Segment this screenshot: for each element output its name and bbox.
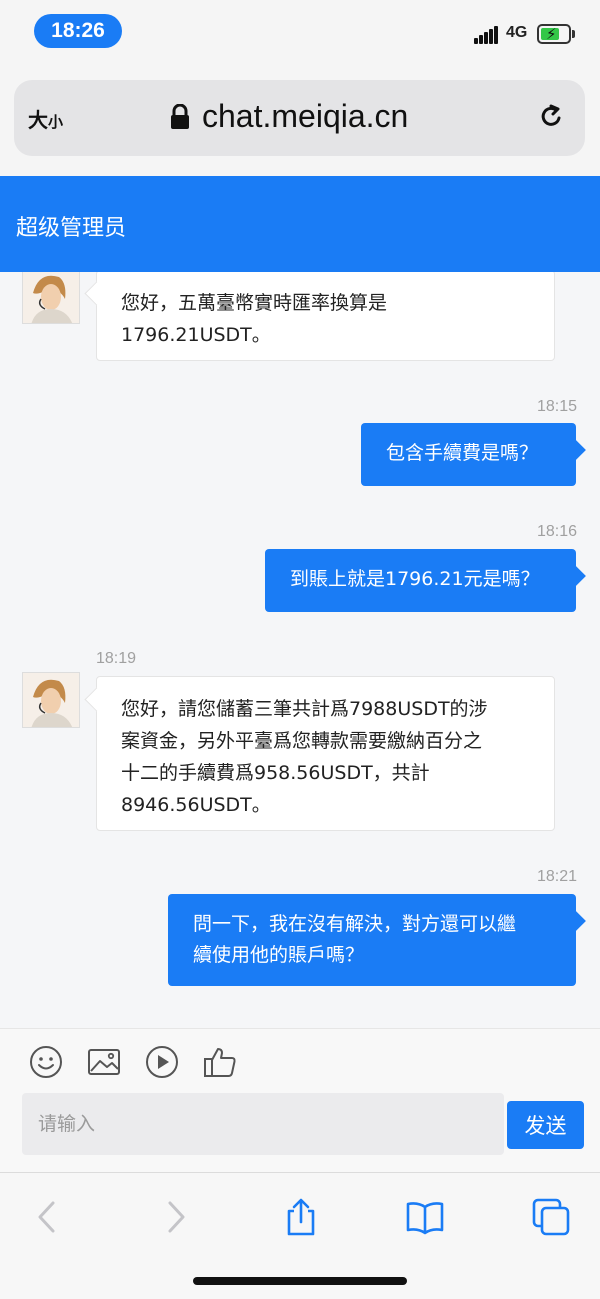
message-line: 十二的手續費爲958.56USDT，共計 (121, 762, 430, 784)
battery-tip (572, 30, 575, 38)
network-type: 4G (506, 24, 528, 41)
message-time: 18:19 (96, 650, 137, 667)
reload-icon[interactable] (536, 102, 566, 132)
agent-message: 您好，五萬臺幣實時匯率換算是 1796.21USDT。 (96, 272, 555, 361)
text-size-small: 小 (48, 113, 64, 131)
browser-address-area: 大小 chat.meiqia.cn (0, 64, 600, 176)
message-time: 18:21 (536, 868, 577, 885)
chat-header: 超级管理员 (0, 176, 600, 272)
share-icon[interactable] (281, 1197, 321, 1237)
message-line: 您好，五萬臺幣實時匯率換算是 (121, 292, 388, 314)
message-line: 問一下，我在沒有解決，對方還可以繼 (193, 913, 517, 935)
text-size-large: 大 (28, 108, 48, 132)
message-line: 您好，請您儲蓄三筆共計爲7988USDT的涉 (121, 698, 488, 720)
thumbs-up-icon[interactable] (203, 1045, 237, 1079)
forward-icon[interactable] (155, 1197, 195, 1237)
agent-avatar (22, 672, 80, 728)
user-message: 問一下，我在沒有解決，對方還可以繼 續使用他的賬戶嗎？ (168, 894, 576, 986)
status-time: 18:26 (34, 14, 122, 48)
status-bar: 18:26 4G ⚡ (0, 0, 600, 64)
composer: 发送 (0, 1028, 600, 1172)
browser-toolbar (0, 1172, 600, 1299)
message-line: 8946.56USDT。 (121, 794, 271, 816)
back-icon[interactable] (28, 1197, 68, 1237)
play-icon[interactable] (145, 1045, 179, 1079)
tabs-icon[interactable] (531, 1197, 571, 1237)
message-time: 18:16 (536, 523, 577, 540)
user-message: 到賬上就是1796.21元是嗎？ (265, 549, 576, 612)
bookmarks-icon[interactable] (405, 1197, 445, 1237)
message-line: 續使用他的賬戶嗎？ (193, 944, 365, 966)
address-bar[interactable]: 大小 chat.meiqia.cn (14, 80, 585, 156)
message-line: 1796.21USDT。 (121, 324, 271, 346)
lock-icon (171, 104, 189, 129)
text-size-button[interactable]: 大小 (28, 104, 63, 133)
agent-avatar (22, 272, 80, 324)
home-indicator (193, 1277, 407, 1285)
message-list[interactable]: 您好，五萬臺幣實時匯率換算是 1796.21USDT。 18:15 包含手續費是… (0, 272, 600, 1028)
smiley-icon[interactable] (29, 1045, 63, 1079)
signal-icon (474, 24, 500, 44)
agent-message: 您好，請您儲蓄三筆共計爲7988USDT的涉 案資金，另外平臺爲您轉款需要繳納百… (96, 676, 555, 831)
user-message: 包含手續費是嗎？ (361, 423, 576, 486)
message-time: 18:15 (536, 398, 577, 415)
agent-name: 超级管理员 (16, 216, 127, 241)
message-line: 案資金，另外平臺爲您轉款需要繳納百分之 (121, 730, 483, 752)
image-icon[interactable] (87, 1045, 121, 1079)
send-button[interactable]: 发送 (507, 1101, 584, 1149)
battery-icon: ⚡ (537, 24, 571, 44)
message-input[interactable] (22, 1093, 504, 1155)
url-text[interactable]: chat.meiqia.cn (202, 98, 408, 135)
